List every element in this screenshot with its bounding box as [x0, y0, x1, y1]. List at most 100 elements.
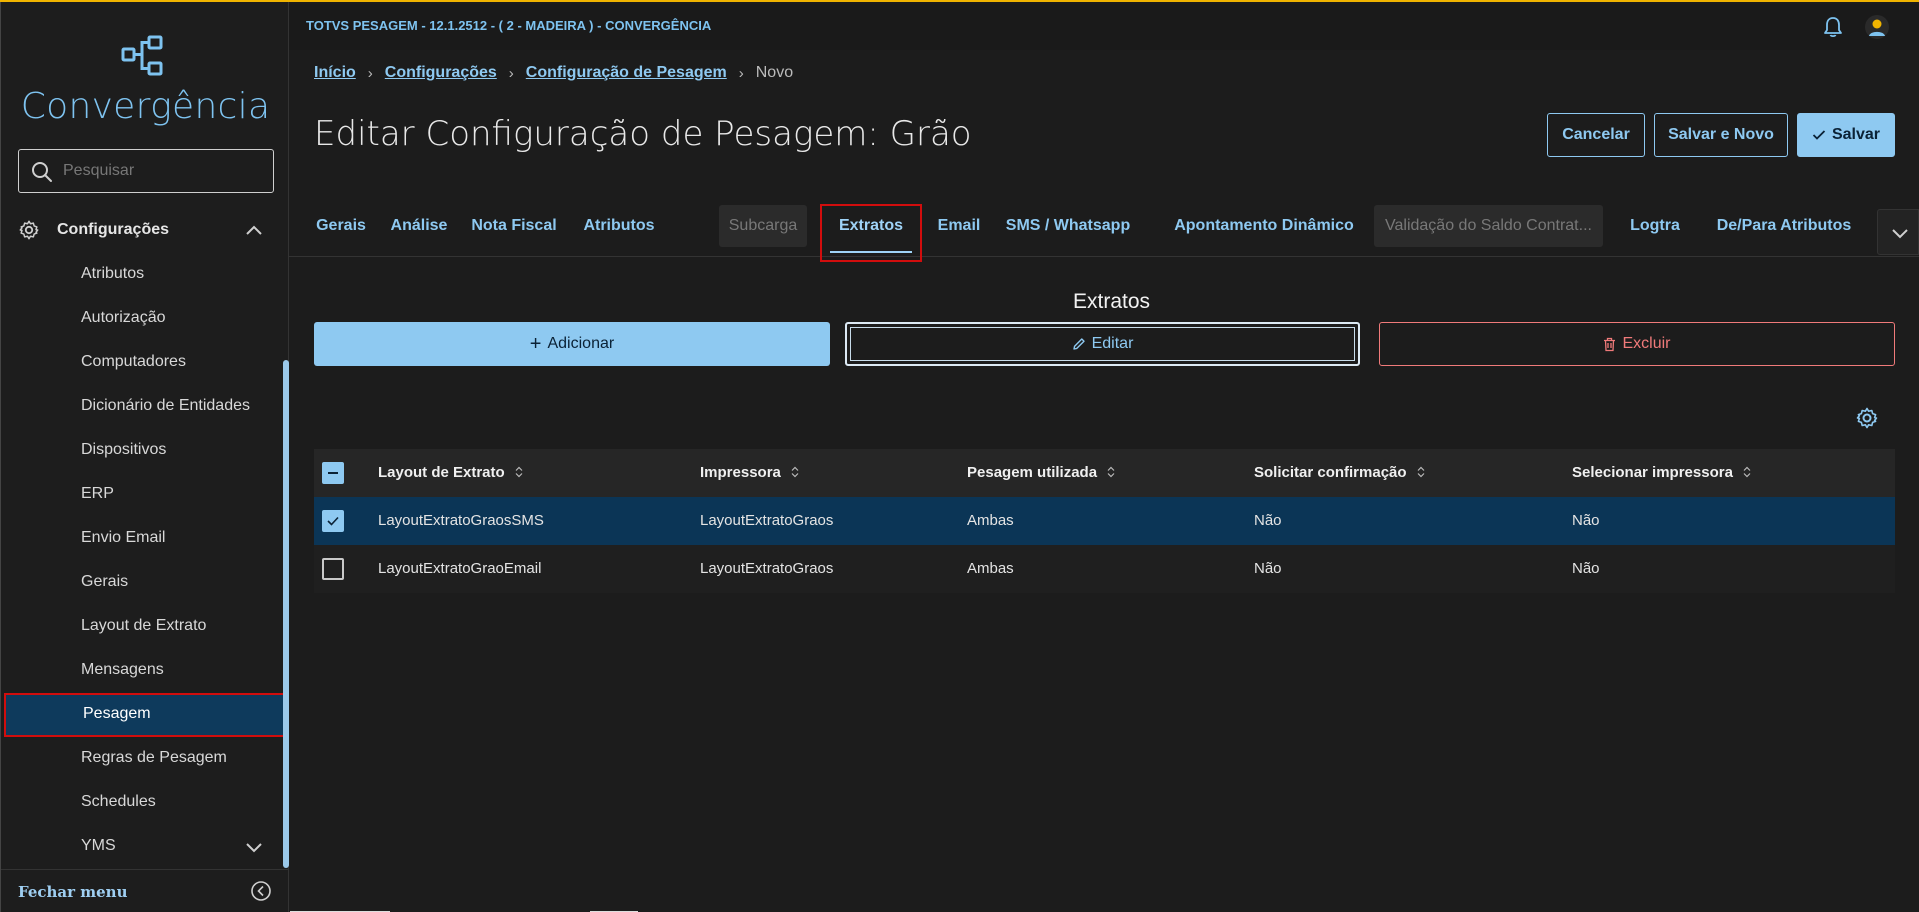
tab-nota-fiscal[interactable]: Nota Fiscal: [464, 205, 564, 247]
sort-icon: [791, 466, 799, 478]
cell-impressora: LayoutExtratoGraos: [700, 512, 834, 529]
tabs-more-button[interactable]: [1877, 209, 1919, 255]
chevron-down-icon: [1892, 229, 1908, 239]
sort-icon: [1107, 466, 1115, 478]
cell-layout: LayoutExtratoGraoEmail: [378, 560, 542, 577]
sidebar-item-schedules[interactable]: Schedules: [1, 781, 281, 825]
tab-gerais[interactable]: Gerais: [306, 205, 376, 247]
column-header-label: Solicitar confirmação: [1254, 464, 1407, 481]
column-header-label: Layout de Extrato: [378, 464, 505, 481]
sidebar-group-label: Configurações: [57, 221, 170, 238]
row-checkbox[interactable]: [322, 510, 344, 532]
sidebar-item-gerais[interactable]: Gerais: [1, 561, 281, 605]
tab-atributos[interactable]: Atributos: [576, 205, 662, 247]
table-header-row: Layout de Extrato Impressora Pesagem uti…: [314, 449, 1895, 497]
column-header-label: Pesagem utilizada: [967, 464, 1098, 481]
save-and-new-button[interactable]: Salvar e Novo: [1654, 113, 1788, 157]
add-button-label: Adicionar: [547, 335, 615, 352]
table-row[interactable]: LayoutExtratoGraosSMS LayoutExtratoGraos…: [314, 497, 1895, 545]
tab-logtra[interactable]: Logtra: [1624, 205, 1686, 247]
extratos-table: Layout de Extrato Impressora Pesagem uti…: [314, 449, 1895, 593]
column-header-layout[interactable]: Layout de Extrato: [378, 464, 523, 481]
sidebar-item-mensagens[interactable]: Mensagens: [1, 649, 281, 693]
sidebar-item-dicionario-entidades[interactable]: Dicionário de Entidades: [1, 385, 281, 429]
sidebar-item-label: Gerais: [81, 573, 129, 590]
sidebar-item-label: Pesagem: [83, 705, 151, 722]
cell-impressora: LayoutExtratoGraos: [700, 560, 834, 577]
cell-selecionar-impressora: Não: [1572, 512, 1600, 529]
cell-selecionar-impressora: Não: [1572, 560, 1600, 577]
tab-apontamento-dinamico[interactable]: Apontamento Dinâmico: [1174, 205, 1354, 247]
column-header-selecionar-impressora[interactable]: Selecionar impressora: [1572, 464, 1751, 481]
sidebar-item-computadores[interactable]: Computadores: [1, 341, 281, 385]
breadcrumb-configuracao-pesagem[interactable]: Configuração de Pesagem: [526, 64, 727, 82]
sidebar-item-label: Mensagens: [81, 661, 164, 678]
sidebar-search[interactable]: [18, 149, 274, 193]
chevron-up-icon[interactable]: [244, 222, 264, 238]
tab-email[interactable]: Email: [929, 205, 989, 247]
tab-subcarga: Subcarga: [719, 205, 807, 247]
pencil-icon: [1072, 338, 1085, 350]
breadcrumb-configuracoes[interactable]: Configurações: [385, 64, 497, 82]
cancel-button[interactable]: Cancelar: [1547, 113, 1645, 157]
user-avatar-icon[interactable]: [1865, 15, 1889, 39]
sort-icon: [1743, 466, 1751, 478]
sidebar-footer[interactable]: Fechar menu: [1, 869, 290, 912]
sidebar-item-yms[interactable]: YMS: [1, 825, 281, 869]
table-row[interactable]: LayoutExtratoGraoEmail LayoutExtratoGrao…: [314, 545, 1895, 593]
bell-icon[interactable]: [1822, 15, 1844, 39]
sidebar: Convergência Configurações Atributos Aut…: [0, 2, 290, 912]
sort-icon: [515, 466, 523, 478]
select-all-checkbox[interactable]: [322, 462, 344, 484]
sidebar-item-atributos[interactable]: Atributos: [1, 253, 281, 297]
row-checkbox[interactable]: [322, 558, 344, 580]
edit-button-label: Editar: [1091, 335, 1134, 352]
column-header-pesagem-utilizada[interactable]: Pesagem utilizada: [967, 464, 1115, 481]
sidebar-item-layout-extrato[interactable]: Layout de Extrato: [1, 605, 281, 649]
sidebar-item-label: YMS: [81, 837, 116, 854]
app-window: Convergência Configurações Atributos Aut…: [0, 0, 1919, 912]
cell-pesagem-utilizada: Ambas: [967, 512, 1014, 529]
search-icon: [32, 162, 52, 182]
add-button[interactable]: + Adicionar: [314, 322, 830, 366]
sidebar-item-autorizacao[interactable]: Autorização: [1, 297, 281, 341]
tab-sms-whatsapp[interactable]: SMS / Whatsapp: [1003, 205, 1133, 247]
breadcrumb: Início › Configurações › Configuração de…: [314, 64, 793, 82]
cell-pesagem-utilizada: Ambas: [967, 560, 1014, 577]
delete-button-label: Excluir: [1622, 335, 1671, 352]
trash-icon: [1604, 337, 1616, 351]
column-header-label: Selecionar impressora: [1572, 464, 1733, 481]
gear-icon: [19, 220, 39, 240]
check-icon: [1812, 130, 1826, 140]
sidebar-item-label: Dicionário de Entidades: [81, 397, 250, 414]
top-bar: TOTVS PESAGEM - 12.1.2512 - ( 2 - MADEIR…: [289, 4, 1919, 50]
sidebar-item-dispositivos[interactable]: Dispositivos: [1, 429, 281, 473]
tab-analise[interactable]: Análise: [386, 205, 452, 247]
sidebar-item-label: Envio Email: [81, 529, 166, 546]
sidebar-item-pesagem[interactable]: Pesagem: [4, 693, 286, 737]
tab-de-para-atributos[interactable]: De/Para Atributos: [1707, 205, 1861, 247]
search-input[interactable]: [63, 150, 263, 192]
sort-icon: [1417, 466, 1424, 478]
table-settings-icon[interactable]: [1855, 406, 1879, 430]
sidebar-item-label: Atributos: [81, 265, 145, 282]
column-header-solicitar-confirmacao[interactable]: Solicitar confirmação: [1254, 464, 1425, 481]
sidebar-group-configuracoes[interactable]: Configurações: [1, 212, 281, 248]
delete-button[interactable]: Excluir: [1379, 322, 1895, 366]
save-button[interactable]: Salvar: [1797, 113, 1895, 157]
minus-icon: [328, 472, 338, 474]
sidebar-item-erp[interactable]: ERP: [1, 473, 281, 517]
sidebar-item-label: Dispositivos: [81, 441, 167, 458]
chevron-down-icon: [246, 843, 262, 853]
chevron-right-icon: ›: [367, 64, 373, 82]
sidebar-item-label: Regras de Pesagem: [81, 749, 227, 766]
sidebar-item-envio-email[interactable]: Envio Email: [1, 517, 281, 561]
column-header-impressora[interactable]: Impressora: [700, 464, 799, 481]
breadcrumb-inicio[interactable]: Início: [314, 64, 356, 82]
cell-solicitar-confirmacao: Não: [1254, 512, 1282, 529]
edit-button[interactable]: Editar: [845, 322, 1360, 366]
page-title: Editar Configuração de Pesagem: Grão: [314, 114, 972, 154]
sidebar-item-regras-pesagem[interactable]: Regras de Pesagem: [1, 737, 281, 781]
collapse-menu-icon[interactable]: [250, 880, 272, 902]
section-title: Extratos: [1072, 290, 1151, 313]
